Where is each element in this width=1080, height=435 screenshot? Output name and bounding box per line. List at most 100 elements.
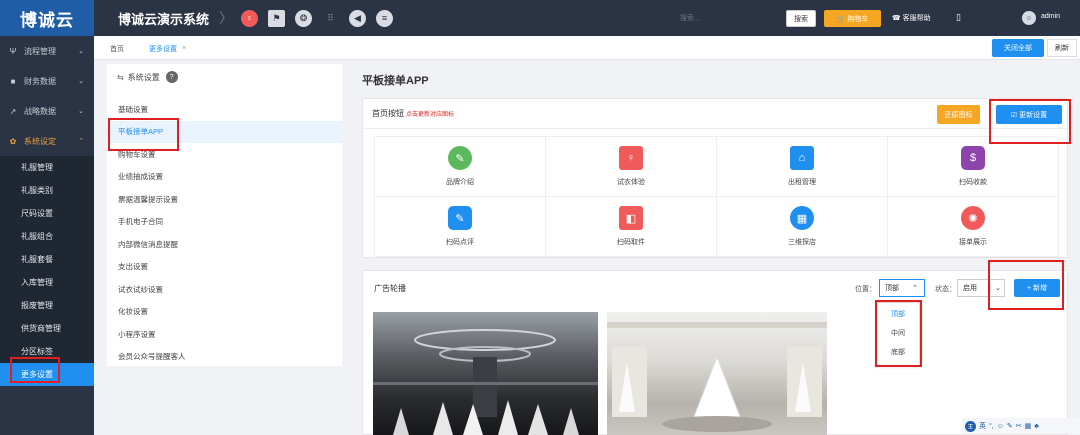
status-select[interactable]: 启用 ⌄	[957, 279, 1005, 297]
swirl-icon[interactable]: ❂	[295, 9, 313, 27]
tools-icon[interactable]: ✂	[1016, 422, 1022, 430]
help-link[interactable]: ☎ 客服帮助	[892, 13, 931, 23]
settings-menu: ⇆ 系统设置 ? 基础设置 平板接单APP 购物车设置 业绩抽成设置 票据温馨提…	[107, 64, 342, 366]
back-icon[interactable]: ◀	[349, 9, 367, 27]
gear-icon: ✿	[9, 136, 17, 146]
home-button-review[interactable]: ✎ 扫码点评	[375, 197, 546, 257]
settings-item-cart[interactable]: 购物车设置	[107, 143, 342, 166]
update-settings-button[interactable]: ☑ 更新设置	[996, 105, 1062, 124]
settings-item-makeup[interactable]: 化妆设置	[107, 301, 342, 324]
tab-label: 更多设置	[149, 45, 177, 53]
panel-hint: 点击更新对应图标	[406, 112, 455, 118]
edit-icon: ✎	[448, 206, 472, 230]
home-button-3d-store[interactable]: ▦ 三维探店	[717, 197, 888, 257]
settings-item-contract[interactable]: 手机电子合同	[107, 211, 342, 234]
sidebar-subitem-category[interactable]: 礼服类别	[0, 179, 94, 202]
showroom-dark-image	[373, 329, 598, 435]
flag-icon[interactable]: ⚑	[268, 9, 286, 27]
settings-item-fitting[interactable]: 试衣试纱设置	[107, 278, 342, 301]
settings-item-receipt[interactable]: 票据温馨提示设置	[107, 188, 342, 211]
position-option-top[interactable]: 顶部	[877, 304, 919, 323]
home-button-label: 扫码点评	[446, 239, 474, 246]
settings-item-basic[interactable]: 基础设置	[107, 98, 342, 121]
home-buttons-grid: ✎ 品牌介绍 ♀ 试衣体验 ⌂ 出租管理 $ 扫码收款 ✎ 扫码点评 ◧ 扫码取…	[374, 136, 1059, 257]
settings-item-tablet-app[interactable]: 平板接单APP	[107, 120, 342, 143]
home-button-rental[interactable]: ⌂ 出租管理	[717, 137, 888, 197]
settings-item-miniprogram[interactable]: 小程序设置	[107, 323, 342, 346]
ad-image-1[interactable]	[373, 312, 598, 435]
position-option-middle[interactable]: 中间	[877, 323, 919, 342]
ads-title: 广告轮播	[374, 284, 406, 293]
home-button-pickup[interactable]: ◧ 扫码取件	[546, 197, 717, 257]
sidebar-item-strategy[interactable]: ↗ 战略数据 ⌄	[0, 96, 94, 126]
keyboard-icon[interactable]: ▦	[1025, 422, 1032, 430]
wedding-icon[interactable]: ♀	[241, 9, 259, 27]
sidebar-item-finance[interactable]: ■ 财务数据 ⌄	[0, 66, 94, 96]
sidebar-subitem-combo[interactable]: 礼服组合	[0, 225, 94, 248]
settings-title: ⇆ 系统设置 ?	[107, 64, 342, 90]
tab-home[interactable]: 首页	[110, 41, 124, 56]
sidebar-subitem-stockin[interactable]: 入库管理	[0, 271, 94, 294]
sidebar-subitem-zone[interactable]: 分区标签	[0, 340, 94, 363]
position-label: 位置：	[855, 286, 876, 293]
refresh-button[interactable]: 刷新	[1047, 39, 1077, 57]
add-ad-button[interactable]: + 新增	[1014, 279, 1060, 297]
help-icon[interactable]: ?	[165, 71, 178, 83]
logo-text: 博诚云	[20, 10, 74, 30]
showroom-light-image	[607, 322, 827, 432]
search-input[interactable]: 搜索...	[680, 13, 700, 23]
sidebar-subitem-more[interactable]: 更多设置	[0, 363, 94, 386]
restore-icons-button[interactable]: 还原图标	[937, 105, 980, 124]
settings-item-wechat[interactable]: 内部微信消息提醒	[107, 233, 342, 256]
home-button-payment[interactable]: $ 扫码收款	[888, 137, 1059, 197]
position-select[interactable]: 顶部 ⌃	[879, 279, 925, 297]
ime-toolbar[interactable]: 王 英 °, ☺ ✎ ✂ ▦ ♣	[962, 418, 1080, 434]
sidebar-subitem-dress[interactable]: 礼服管理	[0, 156, 94, 179]
skin-icon[interactable]: ♣	[1034, 423, 1039, 430]
update-label: 更新设置	[1019, 111, 1048, 119]
sidebar-item-label: 系统设定	[24, 136, 56, 146]
cart-button[interactable]: 🛒 购物车	[824, 10, 881, 27]
emoji-icon[interactable]: ☺	[997, 423, 1004, 430]
home-button-label: 三维探店	[788, 239, 816, 246]
store-icon: ▦	[790, 206, 814, 230]
search-button[interactable]: 搜索	[786, 10, 816, 27]
close-all-button[interactable]: 关闭全部	[992, 39, 1044, 57]
punct-icon[interactable]: °,	[989, 423, 994, 430]
logo[interactable]: 博诚云	[0, 0, 94, 36]
sidebar-subitem-package[interactable]: 礼服套餐	[0, 248, 94, 271]
ad-image-2[interactable]	[607, 312, 827, 435]
home-button-label: 品牌介绍	[446, 179, 474, 186]
pen-icon[interactable]: ✎	[1007, 422, 1013, 430]
tag-icon: ✎	[448, 146, 472, 170]
home-button-fitting[interactable]: ♀ 试衣体验	[546, 137, 717, 197]
home-button-label: 扫码取件	[617, 239, 645, 246]
settings-item-expense[interactable]: 支出设置	[107, 256, 342, 279]
money-icon: $	[961, 146, 985, 170]
home-button-brand[interactable]: ✎ 品牌介绍	[375, 137, 546, 197]
sidebar-item-system[interactable]: ✿ 系统设定 ⌃	[0, 126, 94, 156]
settings-item-member[interactable]: 会员公众号提醒客人	[107, 346, 342, 369]
trend-icon: ↗	[9, 106, 17, 116]
home-button-label: 扫码收款	[959, 179, 987, 186]
sidebar-subitem-scrap[interactable]: 报废管理	[0, 294, 94, 317]
database-icon[interactable]: ≡	[376, 9, 394, 27]
sidebar-subitem-supplier[interactable]: 供货商管理	[0, 317, 94, 340]
briefcase-icon: ■	[10, 76, 16, 86]
separator: 〉	[219, 10, 234, 26]
status-label: 状态：	[935, 286, 956, 293]
tab-more-settings[interactable]: 更多设置 ×	[149, 41, 186, 56]
home-button-orders[interactable]: ✺ 接单展示	[888, 197, 1059, 257]
sidebar-subitem-size[interactable]: 尺码设置	[0, 202, 94, 225]
close-icon[interactable]: ×	[182, 45, 186, 52]
grid-icon[interactable]: ⠿	[322, 10, 339, 27]
phone-icon[interactable]: ▯	[956, 12, 961, 23]
username[interactable]: admin	[1041, 13, 1060, 20]
settings-item-commission[interactable]: 业绩抽成设置	[107, 166, 342, 189]
sidebar-item-label: 战略数据	[24, 106, 56, 116]
page-title: 平板接单APP	[362, 75, 429, 87]
avatar[interactable]: ☺	[1022, 11, 1036, 25]
position-option-bottom[interactable]: 底部	[877, 342, 919, 361]
sidebar-item-flow[interactable]: Ψ 流程管理 ⌄	[0, 36, 94, 66]
ime-lang[interactable]: 英	[979, 421, 986, 431]
